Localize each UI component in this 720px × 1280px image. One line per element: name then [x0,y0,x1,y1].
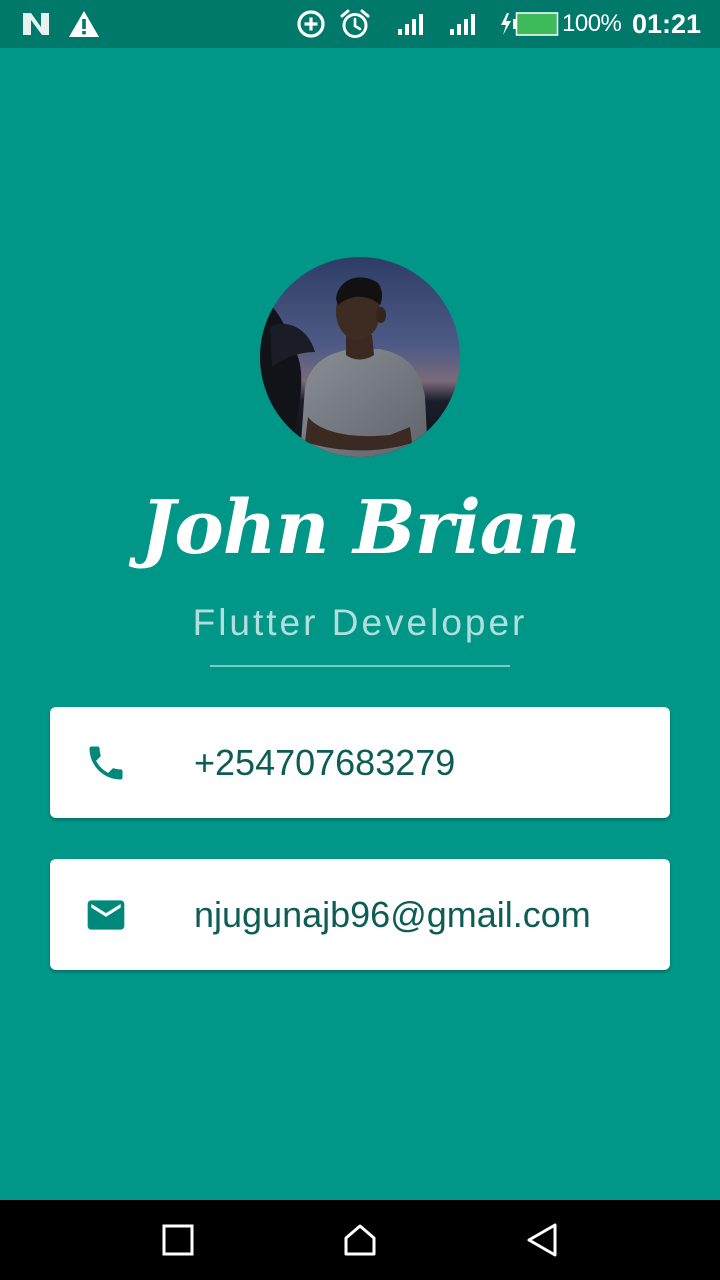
n-notification-icon [18,0,54,48]
home-icon [344,1224,376,1256]
warning-icon [66,0,102,48]
back-triangle-icon [527,1223,557,1257]
email-icon [84,893,128,937]
phone-icon [84,741,128,785]
alarm-icon [338,0,372,48]
avatar [260,257,460,457]
battery-percentage: 100% [562,10,622,37]
signal-sim1-icon [394,0,426,48]
profile-name: John Brian [140,485,580,571]
email-card[interactable]: njugunajb96@gmail.com [50,859,670,970]
status-clock: 01:21 [632,9,702,39]
phone-card[interactable]: +254707683279 [50,707,670,818]
phone-number: +254707683279 [194,742,456,783]
email-address: njugunajb96@gmail.com [194,894,591,935]
navigation-bar [0,1200,720,1280]
data-saver-icon [294,0,328,48]
home-button[interactable] [320,1200,400,1280]
back-button[interactable] [502,1200,582,1280]
divider [210,665,510,667]
status-bar: 100% 01:21 [0,0,720,48]
profile-title: Flutter Developer [192,602,528,643]
recents-button[interactable] [138,1200,218,1280]
signal-sim2-icon [446,0,478,48]
square-icon [162,1224,194,1256]
battery-charging-icon [498,0,560,48]
